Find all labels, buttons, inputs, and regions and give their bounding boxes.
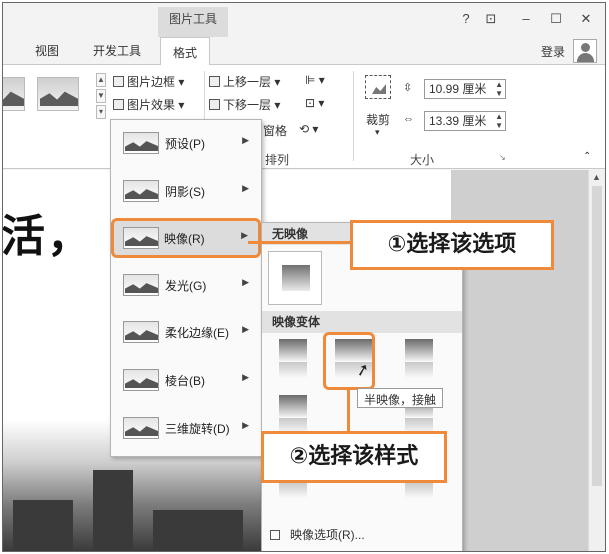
help-icon[interactable]: ? — [458, 11, 474, 26]
menu-item-3d-rotation[interactable]: 三维旋转(D) ▶ — [113, 408, 259, 448]
width-field[interactable]: 13.39 厘米 ▲ ▼ — [424, 111, 506, 131]
ribbon-display-icon[interactable]: ⊡ — [483, 11, 499, 27]
avatar[interactable] — [573, 39, 597, 63]
send-backward-button[interactable]: 下移一层 ▾ — [209, 96, 280, 113]
menu-item-preset[interactable]: 预设(P) ▶ — [113, 123, 259, 163]
group-icon[interactable]: ⊡ ▾ — [305, 96, 324, 110]
effects-icon — [113, 99, 124, 110]
soft-edges-icon — [123, 321, 159, 343]
no-reflection-option[interactable] — [268, 251, 322, 305]
shadow-icon — [123, 180, 159, 202]
crop-button[interactable]: 裁剪 — [366, 111, 390, 128]
scrollbar-thumb[interactable] — [592, 186, 602, 486]
reflection-variants-header: 映像变体 — [262, 311, 462, 333]
spinner-icon[interactable]: ▲ ▼ — [495, 80, 503, 98]
callout-connector — [347, 387, 350, 433]
callout-step-2: ②选择该样式 — [261, 431, 447, 483]
tab-developer[interactable]: 开发工具 — [93, 42, 141, 59]
reflection-variant-option[interactable] — [405, 339, 433, 387]
ribbon: ▲ ▼ ▾ 图片边框 ▾ 图片效果 ▾ 上移一层 ▾ 下移一层 ▾ 窗格 ⊫ ▾… — [3, 65, 605, 169]
arrange-group-label: 排列 — [265, 153, 290, 167]
reflection-options-link[interactable]: 映像选项(R)... — [270, 526, 365, 543]
title-bar: 图片工具 ? ⊡ – ☐ ✕ — [3, 3, 605, 39]
close-icon[interactable]: ✕ — [578, 11, 594, 27]
picture-style-thumb[interactable] — [3, 77, 25, 111]
bevel-icon — [123, 369, 159, 391]
gallery-more-icon[interactable]: ▾ — [96, 105, 106, 119]
size-group-label: 大小 — [410, 153, 435, 167]
spinner-icon[interactable]: ▲ ▼ — [495, 112, 503, 130]
chevron-right-icon: ▶ — [242, 277, 249, 287]
menu-item-shadow[interactable]: 阴影(S) ▶ — [113, 171, 259, 211]
menu-item-soft-edges[interactable]: 柔化边缘(E) ▶ — [113, 312, 259, 352]
callout-connector — [248, 241, 352, 244]
vertical-scrollbar[interactable]: ▲ — [588, 170, 605, 551]
callout-step-1: ①选择该选项 — [350, 220, 554, 270]
crop-icon[interactable] — [365, 75, 391, 99]
chevron-right-icon: ▶ — [241, 230, 248, 240]
ribbon-tabs: 视图 开发工具 格式 登录 — [3, 37, 605, 66]
send-backward-icon — [209, 99, 220, 110]
glow-icon — [123, 274, 159, 296]
reflection-icon — [123, 227, 159, 249]
reflection-variant-option[interactable] — [279, 339, 307, 387]
preset-icon — [123, 132, 159, 154]
document-heading: 活， — [3, 211, 93, 262]
picture-effects-button[interactable]: 图片效果 ▾ — [113, 96, 184, 113]
height-icon: ⇳ — [403, 82, 413, 94]
chevron-right-icon: ▶ — [242, 372, 249, 382]
context-tab-picture-tools: 图片工具 — [158, 7, 228, 37]
chevron-right-icon: ▶ — [242, 183, 249, 193]
gallery-down-icon[interactable]: ▼ — [96, 89, 106, 103]
bring-forward-button[interactable]: 上移一层 ▾ — [209, 73, 280, 90]
menu-item-bevel[interactable]: 棱台(B) ▶ — [113, 360, 259, 400]
picture-border-button[interactable]: 图片边框 ▾ — [113, 73, 184, 90]
tab-view[interactable]: 视图 — [35, 42, 59, 59]
selection-pane-button[interactable]: 窗格 — [263, 122, 287, 139]
menu-item-glow[interactable]: 发光(G) ▶ — [113, 265, 259, 305]
pen-icon — [113, 76, 124, 87]
width-icon: ⇔ — [403, 113, 414, 125]
gallery-up-icon[interactable]: ▲ — [96, 73, 106, 87]
menu-item-reflection[interactable]: 映像(R) ▶ — [111, 218, 261, 258]
scroll-up-icon[interactable]: ▲ — [592, 172, 601, 182]
chevron-down-icon[interactable]: ▾ — [375, 127, 380, 138]
tooltip: 半映像，接触 — [357, 388, 444, 408]
login-link[interactable]: 登录 — [541, 43, 565, 60]
3d-rotation-icon — [123, 417, 159, 439]
picture-style-thumb[interactable] — [37, 77, 79, 111]
app-window: 图片工具 ? ⊡ – ☐ ✕ 视图 开发工具 格式 登录 ▲ ▼ ▾ 图片边框 … — [2, 2, 606, 552]
options-icon — [270, 530, 280, 540]
dialog-launcher-icon[interactable]: ↘ — [499, 153, 506, 162]
minimize-icon[interactable]: – — [518, 11, 534, 26]
picture-effects-menu: 预设(P) ▶ 阴影(S) ▶ 映像(R) ▶ 发光(G) ▶ 柔化边缘(E) … — [110, 119, 262, 457]
bring-forward-icon — [209, 76, 220, 87]
chevron-right-icon: ▶ — [242, 135, 249, 145]
align-icon[interactable]: ⊫ ▾ — [305, 73, 325, 87]
rotate-icon[interactable]: ⟲ ▾ — [299, 122, 318, 136]
chevron-right-icon: ▶ — [242, 324, 249, 334]
height-field[interactable]: 10.99 厘米 ▲ ▼ — [424, 79, 506, 99]
chevron-right-icon: ▶ — [242, 420, 249, 430]
tab-format[interactable]: 格式 — [160, 37, 211, 66]
maximize-icon[interactable]: ☐ — [548, 11, 564, 27]
collapse-ribbon-icon[interactable]: ⌃ — [583, 151, 591, 162]
